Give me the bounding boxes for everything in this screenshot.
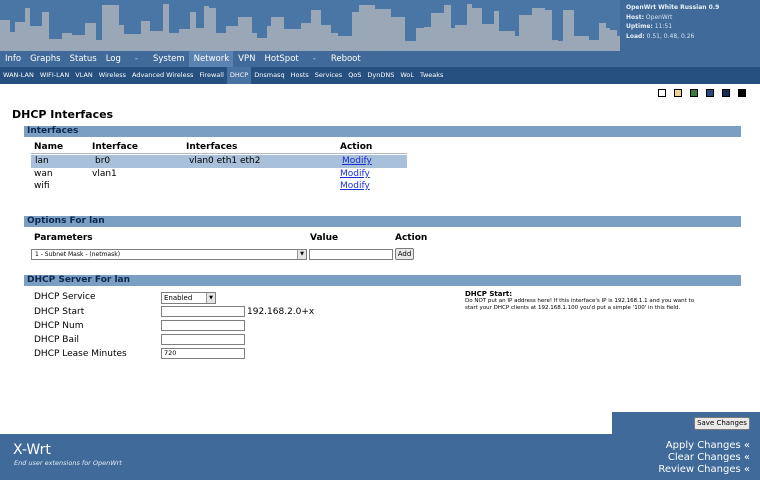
theme-swatch[interactable]	[706, 89, 714, 97]
sub-menu-item-wireless[interactable]: Wireless	[96, 67, 129, 84]
sub-menu-item-dhcp[interactable]: DHCP	[226, 67, 252, 84]
sub-menu-item-advanced-wireless[interactable]: Advanced Wireless	[129, 67, 196, 84]
save-changes-button[interactable]: Save Changes	[694, 417, 750, 430]
modify-wan-link[interactable]: Modify	[340, 169, 370, 179]
sub-menu-item-dnsmasq[interactable]: Dnsmasq	[251, 67, 287, 84]
col-header-interfaces: Interfaces	[186, 142, 238, 152]
dhcp-num-input[interactable]	[161, 320, 245, 331]
dhcp-start-label: DHCP Start	[34, 307, 85, 317]
sub-menu-item-qos[interactable]: QoS	[345, 67, 364, 84]
sub-menu-item-vlan[interactable]: VLAN	[72, 67, 96, 84]
brand-name: X-Wrt	[13, 442, 51, 458]
main-menu-item-graphs[interactable]: Graphs	[25, 51, 65, 67]
load-label: Load:	[626, 32, 645, 40]
main-menu-item-status[interactable]: Status	[65, 51, 101, 67]
parameter-select-value: 1 - Subnet Mask - (netmask)	[35, 251, 121, 258]
col-header-name: Name	[34, 142, 64, 152]
modify-lan-link[interactable]: Modify	[342, 156, 372, 166]
help-text: Do NOT put an IP address here! If this i…	[465, 298, 695, 311]
chevron-down-icon: ▼	[297, 250, 306, 259]
dhcp-start-suffix: 192.168.2.0+x	[247, 307, 315, 317]
dhcp-service-select[interactable]: Enabled ▼	[161, 292, 216, 304]
footer	[0, 434, 760, 480]
system-info: OpenWrt White Russian 0.9 Host: OpenWrt …	[626, 3, 719, 41]
page-title: DHCP Interfaces	[12, 108, 114, 121]
col-header-option-action: Action	[395, 233, 428, 243]
row-lan-interface: br0	[95, 156, 111, 166]
uptime-value: 11:51	[654, 23, 673, 30]
col-header-interface: Interface	[92, 142, 139, 152]
dhcp-bail-label: DHCP Bail	[34, 335, 79, 345]
modify-wifi-link[interactable]: Modify	[340, 181, 370, 191]
row-wan-interface: vlan1	[92, 169, 117, 179]
interfaces-section-header: Interfaces	[24, 126, 741, 137]
main-menu-item-vpn[interactable]: VPN	[233, 51, 259, 67]
main-menu-item-info[interactable]: Info	[0, 51, 25, 67]
col-header-parameters: Parameters	[34, 233, 93, 243]
sub-menu-item-wifi-lan[interactable]: WIFI-LAN	[37, 67, 72, 84]
apply-changes-link[interactable]: Apply Changes «	[666, 440, 750, 451]
row-wifi-name: wifi	[34, 181, 50, 191]
options-section-header: Options For lan	[24, 216, 741, 227]
load-value: 0.51, 0.48, 0.26	[646, 32, 695, 40]
dhcp-bail-input[interactable]	[161, 334, 245, 345]
theme-swatch[interactable]	[690, 89, 698, 97]
sub-menu-item-services[interactable]: Services	[312, 67, 345, 84]
sub-menu-item-wol[interactable]: WoL	[397, 67, 417, 84]
review-changes-link[interactable]: Review Changes «	[658, 464, 750, 475]
option-value-input[interactable]	[309, 249, 393, 260]
main-menu-item-hotspot[interactable]: HotSpot	[259, 51, 302, 67]
sub-menu-item-hosts[interactable]: Hosts	[288, 67, 312, 84]
theme-swatch[interactable]	[722, 89, 730, 97]
main-menu-item-reboot[interactable]: Reboot	[326, 51, 365, 67]
firmware-version: OpenWrt White Russian 0.9	[626, 4, 720, 11]
menu-separator: -	[312, 54, 316, 64]
col-header-action: Action	[340, 142, 373, 152]
dhcp-lease-label: DHCP Lease Minutes	[34, 349, 127, 359]
sub-menu-item-wan-lan[interactable]: WAN-LAN	[0, 67, 37, 84]
row-wan-name: wan	[34, 169, 53, 179]
main-menu-item-log[interactable]: Log	[101, 51, 125, 67]
dhcp-num-label: DHCP Num	[34, 321, 84, 331]
dhcp-start-input[interactable]	[161, 306, 245, 317]
sub-menu: WAN-LAN WIFI-LAN VLAN Wireless Advanced Wire…	[0, 67, 760, 84]
brand-tagline: End user extensions for OpenWrt	[14, 459, 122, 467]
parameter-select[interactable]: 1 - Subnet Mask - (netmask) ▼	[31, 249, 307, 260]
dhcp-lease-input[interactable]: 720	[161, 348, 245, 359]
main-menu: Info Graphs Status Log - System Network VPN HotS…	[0, 51, 760, 67]
server-section-header: DHCP Server For lan	[24, 275, 741, 286]
dhcp-service-value: Enabled	[164, 294, 193, 302]
menu-separator: -	[134, 54, 138, 64]
dhcp-service-label: DHCP Service	[34, 292, 96, 302]
row-lan-name: lan	[35, 156, 49, 166]
col-header-value: Value	[310, 233, 339, 243]
theme-swatch[interactable]	[658, 89, 666, 97]
main-menu-item-system[interactable]: System	[148, 51, 189, 67]
city-skyline-graphic	[0, 0, 620, 51]
sub-menu-item-dyndns[interactable]: DynDNS	[364, 67, 397, 84]
main-menu-item-network[interactable]: Network	[188, 51, 234, 67]
chevron-down-icon: ▼	[206, 293, 215, 303]
sub-menu-item-tweaks[interactable]: Tweaks	[417, 67, 446, 84]
row-lan-interfaces: vlan0 eth1 eth2	[189, 156, 261, 166]
header-divider	[31, 153, 407, 154]
theme-swatches	[658, 89, 746, 97]
theme-swatch[interactable]	[674, 89, 682, 97]
host-label: Host:	[626, 13, 644, 21]
clear-changes-link[interactable]: Clear Changes «	[668, 452, 750, 463]
host-value: OpenWrt	[645, 13, 673, 21]
help-title: DHCP Start:	[465, 290, 513, 298]
uptime-label: Uptime:	[626, 23, 653, 30]
sub-menu-item-firewall[interactable]: Firewall	[196, 67, 227, 84]
add-option-button[interactable]: Add	[395, 248, 414, 260]
header-banner: OpenWrt White Russian 0.9 Host: OpenWrt …	[0, 0, 760, 51]
theme-swatch[interactable]	[738, 89, 746, 97]
